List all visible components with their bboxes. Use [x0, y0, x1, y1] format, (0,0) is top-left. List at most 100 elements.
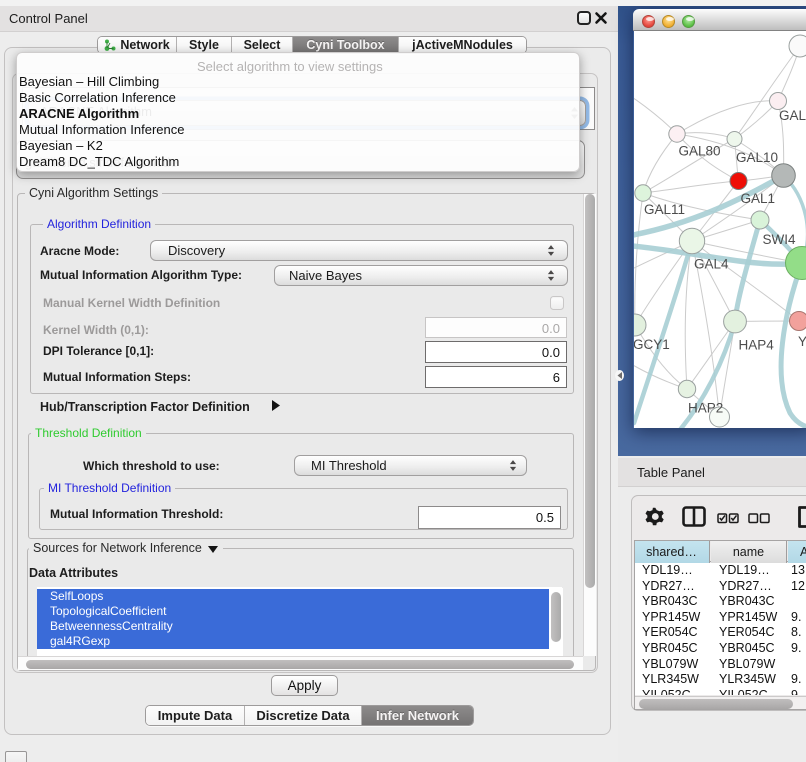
popup-item-mutual-information-inference[interactable]: Mutual Information Inference — [19, 122, 559, 138]
float-window-icon[interactable] — [577, 11, 591, 25]
tab-network[interactable]: Network — [98, 37, 177, 53]
hub-definition-label[interactable]: Hub/Transcription Factor Definition — [40, 400, 250, 414]
table-panel-body: shared…nameA YDL19…YDL19…13YDR27…YDR27…1… — [631, 495, 806, 711]
node-hap2[interactable] — [678, 380, 695, 397]
network-edge[interactable] — [634, 93, 677, 134]
node-pink-top[interactable] — [770, 93, 787, 110]
node-salmon[interactable] — [790, 312, 806, 331]
column-header-name[interactable]: name — [711, 541, 787, 563]
network-canvas[interactable]: GAL2GAL80GAL10GAL1GAL11SWI4GAL4GCY1HAP4Y… — [634, 31, 806, 428]
node-label-swi4: SWI4 — [763, 232, 796, 247]
popup-placeholder: Select algorithm to view settings — [197, 59, 383, 74]
node-gal4[interactable] — [679, 228, 704, 253]
dpi-tolerance-label: DPI Tolerance [0,1]: — [43, 344, 154, 358]
tab-cyni-toolbox[interactable]: Cyni Toolbox — [293, 37, 399, 53]
network-edge-highlighted[interactable] — [735, 220, 760, 321]
table-row[interactable]: YDR27…YDR27…12 — [634, 579, 806, 595]
network-edge[interactable] — [643, 181, 739, 193]
popup-item-dream8-dc-tdc-algorithm[interactable]: Dream8 DC_TDC Algorithm — [19, 154, 559, 170]
table-panel-titlebar: Table Panel — [618, 458, 806, 487]
table-cell: YIL052C — [642, 688, 712, 695]
column-header-shared[interactable]: shared… — [634, 541, 710, 563]
data-attributes-list[interactable]: SelfLoopsTopologicalCoefficientBetweenne… — [37, 587, 562, 656]
node-top-right[interactable] — [789, 35, 806, 57]
gear-icon[interactable] — [645, 507, 664, 526]
table-cell: YBR045C — [719, 641, 789, 657]
table-row[interactable]: YBL079WYBL079W — [634, 657, 806, 673]
node-gray[interactable] — [772, 164, 796, 188]
table-horizontal-scrollbar[interactable] — [634, 696, 806, 710]
threshold-definition-title: Threshold Definition — [31, 427, 146, 440]
bottom-tab-infer-network[interactable]: Infer Network — [362, 706, 473, 725]
sources-title-text[interactable]: Sources for Network Inference — [33, 542, 202, 555]
mi-threshold-field[interactable]: 0.5 — [418, 506, 561, 529]
attributes-scrollbar[interactable] — [549, 588, 563, 656]
tab-jactivemnodules[interactable]: jActiveMNodules — [399, 37, 526, 53]
columns-icon[interactable] — [682, 506, 706, 527]
table-panel-region: Table Panel — [618, 456, 806, 762]
attribute-item-gal4rgexp[interactable]: gal4RGexp — [37, 634, 562, 649]
mi-steps-field[interactable]: 6 — [425, 366, 567, 388]
unselect-all-icon[interactable] — [748, 513, 770, 524]
dpi-tolerance-field[interactable]: 0.0 — [425, 341, 567, 363]
popup-item-bayesian-k2[interactable]: Bayesian – K2 — [19, 138, 559, 154]
tab-select[interactable]: Select — [232, 37, 293, 53]
table-row[interactable]: YPR145WYPR145W9. — [634, 610, 806, 626]
table-row[interactable]: YBR043CYBR043C — [634, 594, 806, 610]
apply-button[interactable]: Apply — [271, 675, 338, 696]
network-edge[interactable] — [635, 193, 643, 325]
node-label-gcy1: GCY1 — [634, 337, 670, 352]
node-gal10[interactable] — [727, 132, 742, 147]
node-gal1-red[interactable] — [730, 173, 747, 190]
tab-style[interactable]: Style — [177, 37, 232, 53]
popup-item-aracne-algorithm[interactable]: ARACNE Algorithm — [19, 106, 559, 122]
node-hap4[interactable] — [724, 310, 747, 333]
popup-item-bayesian-hill-climbing[interactable]: Bayesian – Hill Climbing — [19, 74, 559, 90]
node-gal11[interactable] — [635, 185, 651, 201]
node-swi4[interactable] — [751, 211, 769, 229]
attribute-item-betweennesscentrality[interactable]: BetweennessCentrality — [37, 619, 562, 634]
popup-item-basic-correlation-inference[interactable]: Basic Correlation Inference — [19, 90, 559, 106]
bottom-tab-impute-data[interactable]: Impute Data — [146, 706, 245, 725]
table-cell: YLR345W — [642, 672, 712, 688]
settings-viewport: Algorithm Definition Aracne Mode: Discov… — [18, 196, 583, 656]
bottom-tab-discretize-data[interactable]: Discretize Data — [245, 706, 362, 725]
table-row[interactable]: YLR345WYLR345W9. — [634, 672, 806, 688]
network-desktop: GAL2GAL80GAL10GAL1GAL11SWI4GAL4GCY1HAP4Y… — [618, 0, 806, 456]
collapse-arrow-icon[interactable] — [207, 544, 219, 554]
close-icon[interactable] — [594, 8, 608, 26]
node-gal80[interactable] — [669, 126, 685, 142]
settings-vertical-scrollbar[interactable] — [583, 194, 596, 656]
column-header-a[interactable]: A — [788, 541, 806, 563]
table-row[interactable]: YBR045CYBR045C9. — [634, 641, 806, 657]
zoom-light[interactable] — [682, 15, 695, 28]
table-cell: YIL052C — [719, 688, 789, 695]
mi-type-combo[interactable]: Naive Bayes — [274, 265, 568, 286]
node-label-gal1: GAL1 — [741, 191, 776, 206]
table-cell: 12 — [791, 579, 806, 595]
minimize-light[interactable] — [662, 15, 675, 28]
table-row[interactable]: YIL052CYIL052C9. — [634, 688, 806, 695]
network-edge[interactable] — [643, 134, 677, 193]
attribute-item-selfloops[interactable]: SelfLoops — [37, 589, 562, 604]
which-threshold-combo[interactable]: MI Threshold — [294, 455, 527, 476]
export-table-icon[interactable] — [797, 505, 806, 529]
table-row[interactable]: YER054CYER054C8. — [634, 625, 806, 641]
expand-arrow-icon[interactable] — [270, 399, 281, 412]
settings-horizontal-scrollbar[interactable] — [18, 656, 583, 670]
network-view-window[interactable]: GAL2GAL80GAL10GAL1GAL11SWI4GAL4GCY1HAP4Y… — [633, 9, 806, 428]
select-all-icon[interactable] — [717, 513, 739, 524]
corner-button[interactable] — [5, 751, 27, 762]
attribute-item-topologicalcoefficient[interactable]: TopologicalCoefficient — [37, 604, 562, 619]
network-edge[interactable] — [735, 46, 801, 139]
close-light[interactable] — [642, 15, 655, 28]
kernel-width-field[interactable]: 0.0 — [425, 317, 567, 338]
aracne-mode-combo[interactable]: Discovery — [150, 240, 568, 261]
manual-kernel-checkbox[interactable] — [550, 296, 564, 310]
tab-label: Discretize Data — [256, 708, 349, 723]
table-row[interactable]: YDL19…YDL19…13 — [634, 563, 806, 579]
node-gcy1[interactable] — [634, 314, 646, 336]
network-window-titlebar[interactable] — [633, 9, 806, 31]
splitter-collapse-icon[interactable] — [615, 370, 624, 381]
network-edge[interactable] — [677, 101, 778, 134]
